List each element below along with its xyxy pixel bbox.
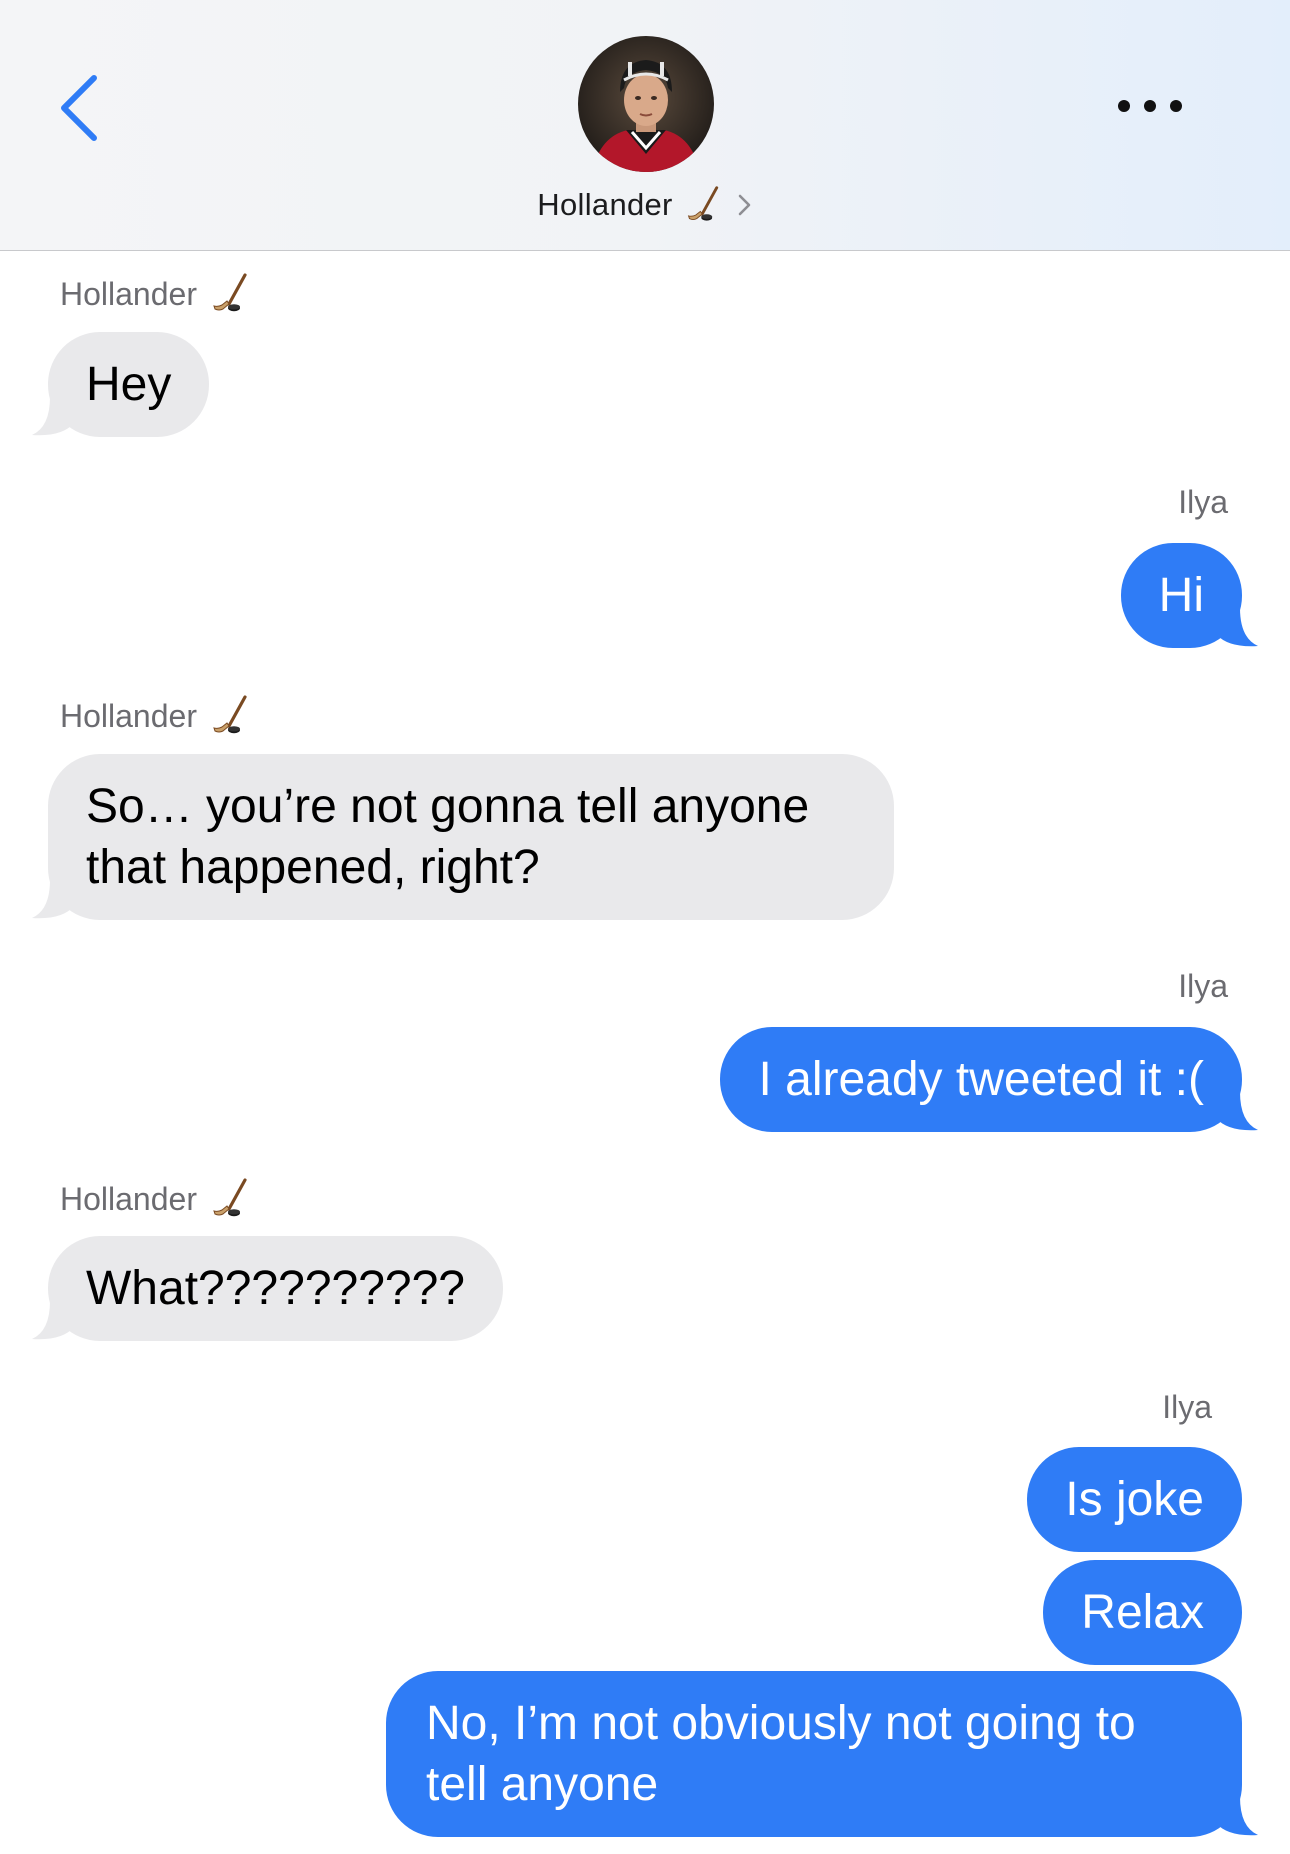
- incoming-message-bubble[interactable]: So… you’re not gonna tell anyone that ha…: [32, 754, 894, 920]
- outgoing-message-bubble[interactable]: No, I’m not obviously not going to tell …: [386, 1671, 1258, 1837]
- conversation-header: Hollander: [0, 0, 1290, 251]
- outgoing-message-bubble[interactable]: Hi: [1120, 543, 1258, 648]
- outgoing-message-bubble[interactable]: Relax: [1043, 1560, 1242, 1665]
- bubble-tail: [1216, 1797, 1258, 1836]
- sender-label: Hollander: [60, 1177, 253, 1221]
- outgoing-message-bubble[interactable]: Is joke: [1027, 1447, 1242, 1552]
- sender-label: Ilya: [1162, 1389, 1212, 1425]
- chevron-right-icon: [738, 194, 750, 216]
- sender-label: Ilya: [1178, 968, 1228, 1004]
- sender-label: Hollander: [60, 694, 253, 738]
- bubble-tail: [1216, 1092, 1258, 1131]
- hockey-stick-icon: [209, 694, 253, 738]
- hockey-stick-icon: [683, 185, 725, 225]
- bubble-tail: [32, 880, 74, 919]
- hockey-stick-icon: [209, 272, 253, 316]
- outgoing-message-bubble[interactable]: I already tweeted it :(: [720, 1027, 1258, 1132]
- ellipsis-icon: [1118, 100, 1182, 112]
- contact-name: Hollander: [537, 187, 673, 222]
- more-options-button[interactable]: [1110, 88, 1190, 124]
- bubble-tail: [1216, 608, 1258, 647]
- back-button[interactable]: [52, 68, 112, 148]
- sender-label: Hollander: [60, 272, 253, 316]
- contact-name-row[interactable]: Hollander: [0, 180, 1290, 230]
- chevron-left-icon: [61, 75, 97, 141]
- incoming-message-bubble[interactable]: What??????????: [32, 1236, 503, 1341]
- contact-avatar[interactable]: [578, 36, 714, 172]
- incoming-message-bubble[interactable]: Hey: [32, 332, 210, 437]
- bubble-tail: [32, 1301, 74, 1340]
- bubble-tail: [32, 397, 74, 436]
- sender-label: Ilya: [1178, 484, 1228, 520]
- hockey-stick-icon: [209, 1177, 253, 1221]
